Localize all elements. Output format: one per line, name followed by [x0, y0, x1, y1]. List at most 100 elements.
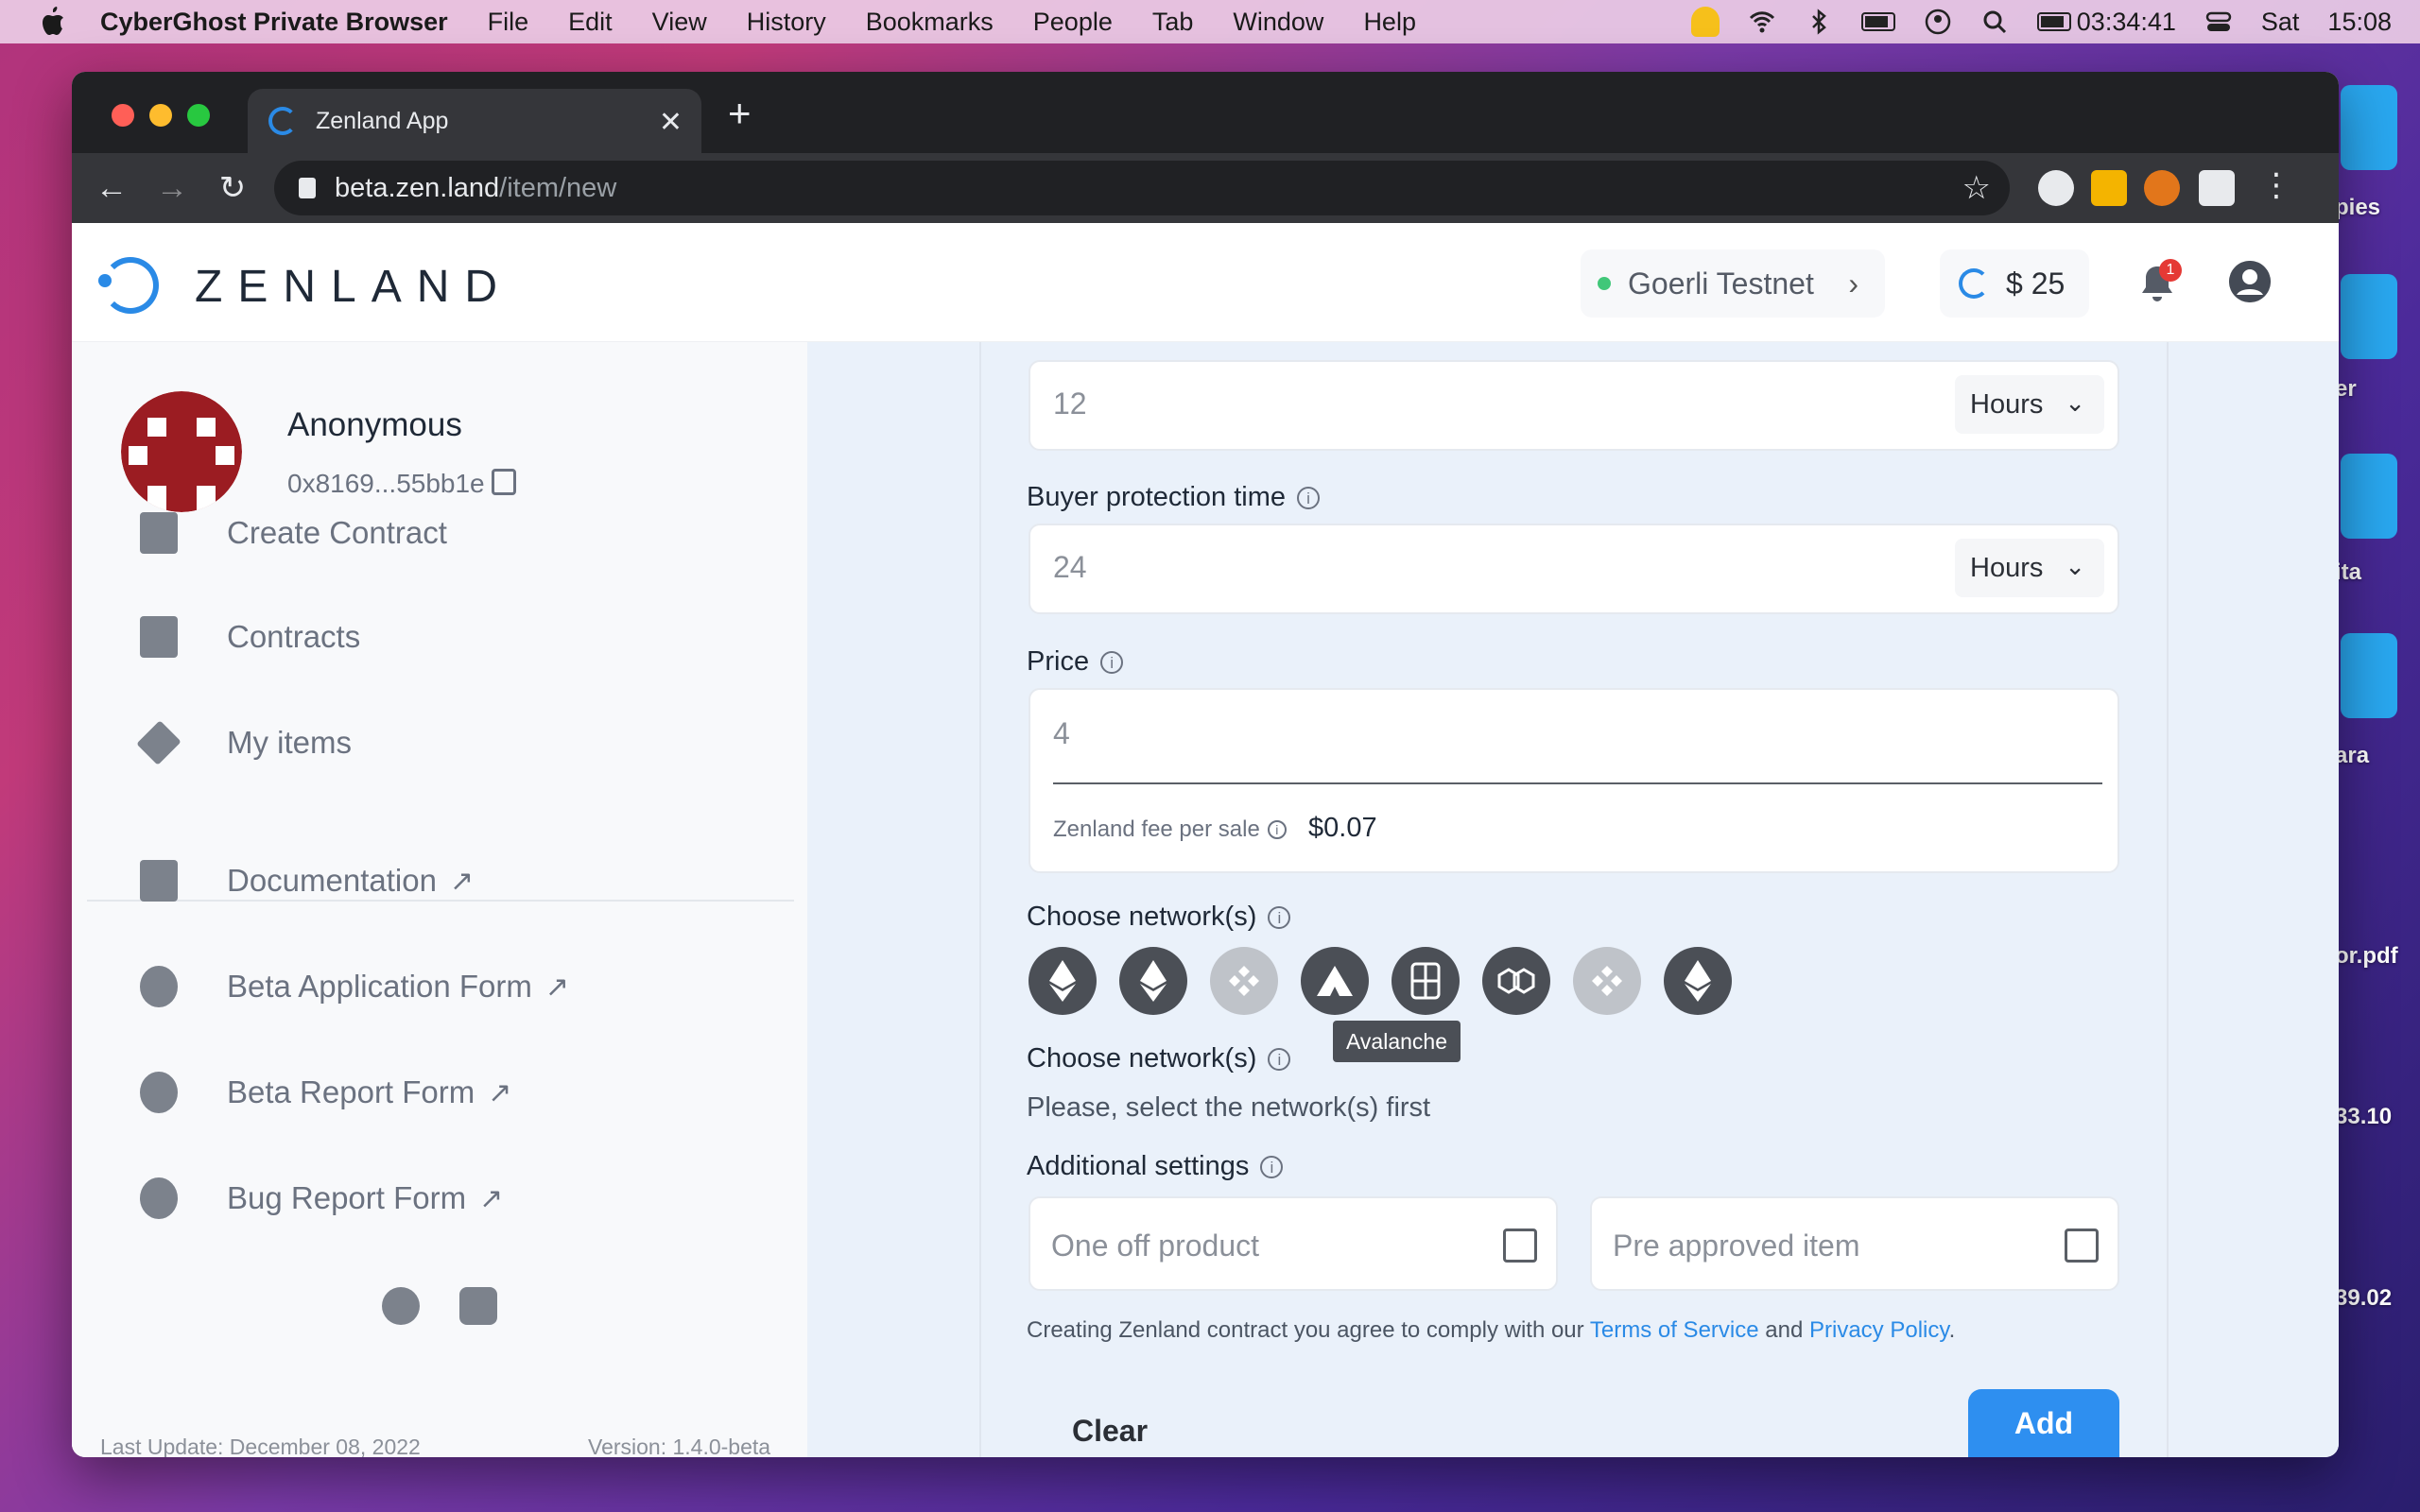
- bnb-network-icon[interactable]: [1573, 947, 1641, 1015]
- pre-approved-item-checkbox[interactable]: [2065, 1228, 2099, 1263]
- menu-bookmarks[interactable]: Bookmarks: [866, 8, 994, 37]
- privacy-policy-link[interactable]: Privacy Policy: [1809, 1317, 1949, 1343]
- clear-button[interactable]: Clear: [1072, 1414, 1148, 1449]
- sidebar-item-beta-application-form[interactable]: Beta Application Form ↗: [140, 966, 569, 1007]
- menu-edit[interactable]: Edit: [568, 8, 613, 37]
- sidebar-item-create-contract[interactable]: Create Contract: [140, 512, 447, 554]
- puzzle-extensions-icon[interactable]: [2199, 170, 2235, 206]
- back-arrow-icon[interactable]: ←: [81, 170, 142, 207]
- price-label-text: Price: [1027, 646, 1090, 677]
- buyer-protection-unit-select[interactable]: Hours ⌄: [1955, 539, 2104, 597]
- buyer-protection-field[interactable]: 24 Hours ⌄: [1028, 524, 2119, 614]
- ethereum-network-icon[interactable]: [1028, 947, 1097, 1015]
- user-circle-icon[interactable]: [1924, 8, 1952, 36]
- info-icon[interactable]: i: [1267, 820, 1287, 839]
- info-icon[interactable]: i: [1268, 1047, 1291, 1071]
- grammarly-extension-icon[interactable]: [2038, 170, 2074, 206]
- apple-icon[interactable]: [38, 6, 66, 38]
- sidebar-item-contracts[interactable]: Contracts: [140, 616, 360, 658]
- file-plus-icon: [140, 512, 178, 554]
- one-off-product-checkbox[interactable]: [1503, 1228, 1537, 1263]
- menu-window[interactable]: Window: [1233, 8, 1323, 37]
- info-icon[interactable]: i: [1297, 486, 1321, 509]
- app-header: ZENLAND Goerli Testnet › $ 25 1: [72, 223, 2339, 342]
- forward-arrow-icon[interactable]: →: [142, 170, 202, 207]
- clock-time[interactable]: 15:08: [2327, 8, 2392, 37]
- eraser-extension-icon[interactable]: [2091, 170, 2127, 206]
- balance-widget[interactable]: $ 25: [1940, 249, 2089, 318]
- first-time-unit-select[interactable]: Hours ⌄: [1955, 375, 2104, 434]
- terms-of-service-link[interactable]: Terms of Service: [1590, 1317, 1759, 1343]
- discord-icon[interactable]: [459, 1287, 497, 1325]
- one-off-product-option[interactable]: One off product: [1028, 1196, 1558, 1291]
- desktop-folder-icon[interactable]: [2341, 454, 2397, 539]
- bnb-network-icon[interactable]: [1210, 947, 1278, 1015]
- copy-icon[interactable]: [492, 469, 516, 495]
- bookmark-star-icon[interactable]: ☆: [1962, 169, 1991, 207]
- logo-text[interactable]: ZENLAND: [195, 261, 512, 313]
- ethereum-network-icon[interactable]: [1119, 947, 1187, 1015]
- first-time-field[interactable]: 12 Hours ⌄: [1028, 360, 2119, 451]
- sidebar-item-beta-report-form[interactable]: Beta Report Form ↗: [140, 1072, 511, 1113]
- menu-help[interactable]: Help: [1363, 8, 1416, 37]
- battery-icon[interactable]: [1860, 12, 1895, 31]
- zoom-window-button[interactable]: [187, 104, 210, 127]
- sidebar-item-documentation[interactable]: Documentation ↗: [140, 860, 474, 902]
- timer-widget[interactable]: 03:34:41: [2036, 8, 2176, 37]
- desktop-folder-icon[interactable]: [2341, 633, 2397, 718]
- lock-icon[interactable]: [299, 178, 316, 198]
- reload-icon[interactable]: ↻: [202, 169, 263, 207]
- sidebar-item-bug-report-form[interactable]: Bug Report Form ↗: [140, 1177, 503, 1219]
- polygon-network-icon[interactable]: [1482, 947, 1550, 1015]
- url-path: /item/new: [499, 172, 617, 203]
- external-link-icon: ↗: [544, 971, 569, 1003]
- menu-history[interactable]: History: [747, 8, 826, 37]
- desktop-label: ara: [2335, 743, 2370, 768]
- terms-prefix: Creating Zenland contract you agree to c…: [1027, 1317, 1590, 1343]
- control-center-icon[interactable]: [2204, 8, 2233, 36]
- wifi-icon[interactable]: [1748, 8, 1776, 36]
- add-button[interactable]: Add: [1968, 1389, 2119, 1457]
- close-tab-icon[interactable]: ✕: [659, 106, 683, 139]
- book-icon: [140, 860, 178, 902]
- sidebar-item-my-items[interactable]: My items: [136, 720, 352, 765]
- network-selector[interactable]: Goerli Testnet ›: [1581, 249, 1885, 318]
- menu-tab[interactable]: Tab: [1152, 8, 1194, 37]
- telegram-icon[interactable]: [382, 1287, 420, 1325]
- choose-network-label: Choose network(s) i: [1027, 902, 1291, 933]
- more-menu-icon[interactable]: ⋮: [2246, 166, 2307, 204]
- menu-people[interactable]: People: [1033, 8, 1113, 37]
- desktop-folder-icon[interactable]: [2341, 85, 2397, 170]
- account-icon[interactable]: [2229, 261, 2271, 302]
- cyberghost-icon[interactable]: [1690, 7, 1720, 37]
- info-icon[interactable]: i: [1260, 1155, 1284, 1178]
- fantom-network-icon[interactable]: [1392, 947, 1460, 1015]
- menu-file[interactable]: File: [488, 8, 529, 37]
- bluetooth-icon[interactable]: [1805, 8, 1833, 36]
- minimize-window-button[interactable]: [149, 104, 172, 127]
- search-icon[interactable]: [1980, 8, 2009, 36]
- ethereum-network-icon[interactable]: [1664, 947, 1732, 1015]
- terms-suffix: .: [1948, 1317, 1956, 1343]
- choose-network-label-text: Choose network(s): [1027, 902, 1257, 932]
- app-name-menu[interactable]: CyberGhost Private Browser: [100, 8, 448, 37]
- info-icon[interactable]: i: [1268, 905, 1291, 929]
- menubar-status-area: 03:34:41 Sat 15:08: [1690, 0, 2392, 43]
- close-window-button[interactable]: [112, 104, 134, 127]
- new-tab-icon[interactable]: +: [728, 91, 752, 136]
- address-bar[interactable]: beta.zen.land/item/new ☆: [274, 161, 2010, 215]
- clock-day[interactable]: Sat: [2261, 8, 2300, 37]
- price-field[interactable]: 4 Zenland fee per sale i $0.07: [1028, 688, 2119, 873]
- unit-value: Hours: [1970, 388, 2044, 420]
- browser-tab[interactable]: Zenland App ✕: [248, 89, 701, 153]
- avalanche-network-icon[interactable]: [1301, 947, 1369, 1015]
- buyer-protection-value: 24: [1053, 550, 1087, 584]
- macos-menubar: CyberGhost Private Browser File Edit Vie…: [0, 0, 2420, 43]
- pre-approved-item-option[interactable]: Pre approved item: [1590, 1196, 2119, 1291]
- metamask-extension-icon[interactable]: [2144, 170, 2180, 206]
- zenland-logo-icon[interactable]: [102, 257, 159, 314]
- sidebar-item-label: Beta Report Form: [227, 1074, 475, 1109]
- info-icon[interactable]: i: [1100, 650, 1124, 674]
- desktop-folder-icon[interactable]: [2341, 274, 2397, 359]
- menu-view[interactable]: View: [652, 8, 707, 37]
